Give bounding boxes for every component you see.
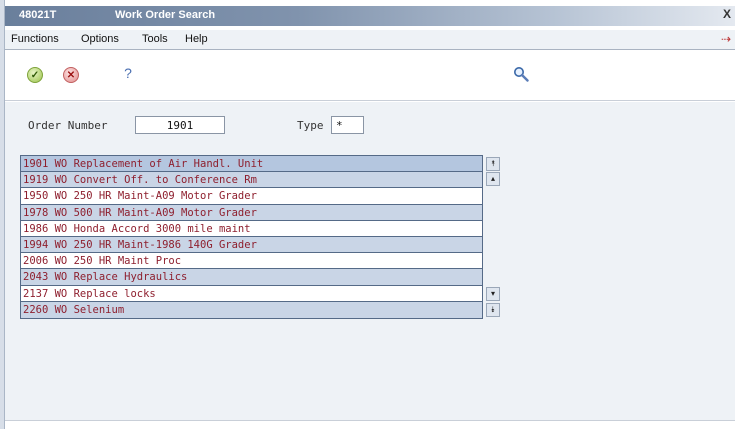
list-item[interactable]: 1986 WO Honda Accord 3000 mile maint bbox=[21, 221, 482, 237]
program-id: 48021T bbox=[19, 9, 57, 21]
list-item[interactable]: 2043 WO Replace Hydraulics bbox=[21, 269, 482, 286]
list-item[interactable]: 2260 WO Selenium bbox=[21, 301, 482, 318]
order-number-label: Order Number bbox=[28, 119, 108, 132]
list-item[interactable]: 1978 WO 500 HR Maint-A09 Motor Grader bbox=[21, 204, 482, 221]
pin-icon[interactable]: ⇢ bbox=[721, 32, 731, 46]
menu-functions[interactable]: Functions bbox=[11, 33, 59, 45]
help-icon[interactable]: ? bbox=[120, 65, 136, 81]
status-strip bbox=[5, 420, 735, 429]
menu-options[interactable]: Options bbox=[81, 33, 119, 45]
scroll-up-icon[interactable]: ▴ bbox=[486, 172, 500, 186]
menu-help[interactable]: Help bbox=[185, 33, 208, 45]
list-item[interactable]: 2137 WO Replace locks bbox=[21, 286, 482, 302]
form-area: Order Number 1901 Type * 1901 WO Replace… bbox=[5, 102, 735, 420]
list-item[interactable]: 1901 WO Replacement of Air Handl. Unit bbox=[21, 156, 482, 173]
work-order-list[interactable]: 1901 WO Replacement of Air Handl. Unit 1… bbox=[20, 155, 483, 319]
work-order-search-window: 48021T Work Order Search X Functions Opt… bbox=[0, 0, 735, 429]
search-icon[interactable] bbox=[513, 66, 529, 82]
order-number-field[interactable]: 1901 bbox=[135, 116, 225, 134]
check-icon[interactable]: ✓ bbox=[27, 67, 43, 83]
cancel-icon[interactable]: ✕ bbox=[63, 67, 79, 83]
list-item[interactable]: 2006 WO 250 HR Maint Proc bbox=[21, 253, 482, 270]
menu-tools[interactable]: Tools bbox=[142, 33, 168, 45]
list-item[interactable]: 1919 WO Convert Off. to Conference Rm bbox=[21, 172, 482, 189]
title-bar: 48021T Work Order Search X bbox=[5, 6, 735, 26]
toolbar: ✓ ✕ ? bbox=[5, 51, 735, 101]
list-item[interactable]: 1994 WO 250 HR Maint-1986 140G Grader bbox=[21, 236, 482, 254]
scroll-top-icon[interactable]: ⯭ bbox=[486, 157, 500, 171]
window-title: Work Order Search bbox=[115, 9, 216, 21]
scroll-bottom-icon[interactable]: ⯯ bbox=[486, 303, 500, 317]
menu-bar: Functions Options Tools Help ⇢ bbox=[5, 30, 735, 50]
list-item[interactable]: 1950 WO 250 HR Maint-A09 Motor Grader bbox=[21, 188, 482, 205]
type-label: Type bbox=[297, 119, 324, 132]
close-icon[interactable]: X bbox=[723, 7, 731, 21]
scroll-down-icon[interactable]: ▾ bbox=[486, 287, 500, 301]
list-scrollbar[interactable]: ⯭ ▴ ▾ ⯯ bbox=[485, 155, 501, 319]
type-field[interactable]: * bbox=[331, 116, 364, 134]
